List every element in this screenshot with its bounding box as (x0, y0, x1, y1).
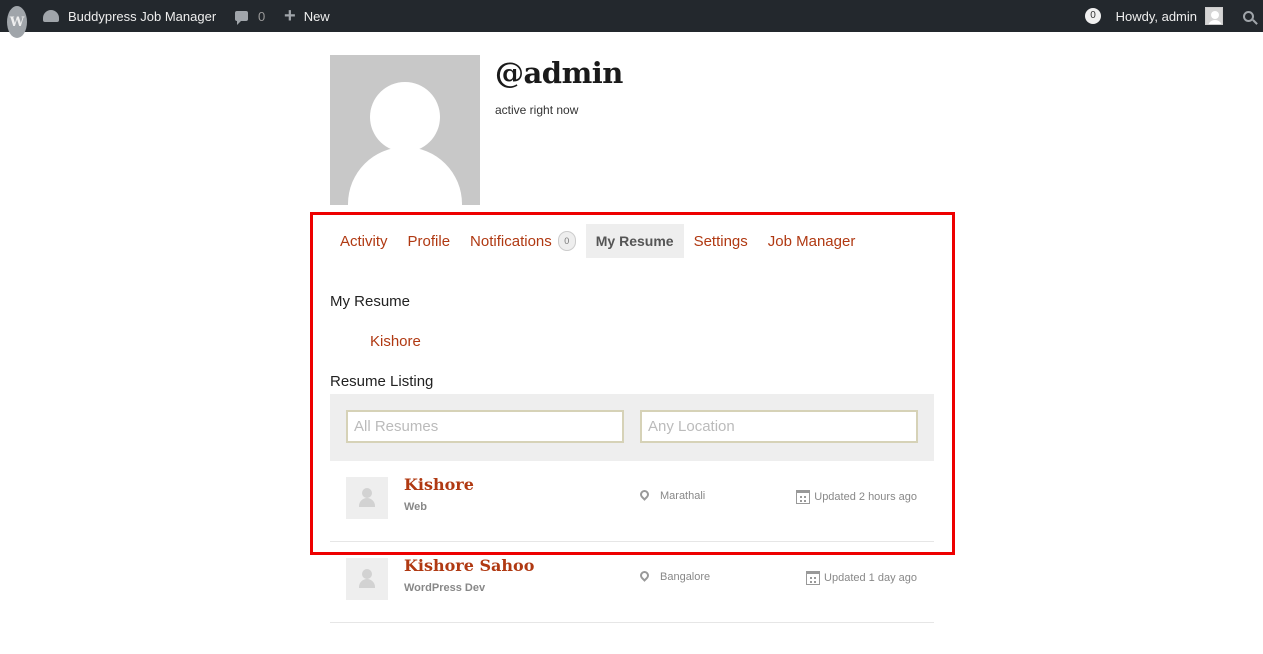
dashboard-icon (43, 10, 59, 22)
resume-filter-form (330, 394, 934, 461)
location-search-input[interactable] (640, 410, 918, 443)
profile-username: @admin (495, 56, 623, 90)
comments-count: 0 (258, 8, 266, 24)
notifications-count-badge: 0 (557, 231, 576, 251)
site-name-label: Buddypress Job Manager (68, 8, 217, 24)
candidate-avatar (346, 558, 388, 600)
tab-my-resume[interactable]: My Resume (585, 224, 684, 258)
site-name-link[interactable]: Buddypress Job Manager (43, 0, 216, 32)
plus-icon: + (284, 5, 296, 27)
admin-bar-search[interactable] (1243, 0, 1254, 32)
candidate-updated: Updated 1 day ago (806, 571, 917, 585)
map-pin-icon (638, 487, 651, 501)
my-resume-heading: My Resume (330, 293, 411, 310)
tab-profile[interactable]: Profile (398, 224, 461, 258)
profile-avatar[interactable] (330, 55, 480, 205)
keyword-search-input[interactable] (346, 410, 624, 443)
candidate-title: WordPress Dev (404, 582, 486, 594)
candidate-name[interactable]: Kishore (404, 475, 474, 494)
calendar-icon (806, 571, 821, 585)
candidate-location: Marathali (638, 487, 706, 502)
tab-notifications-label: Notifications (470, 232, 552, 250)
comment-bubble-icon (235, 11, 248, 25)
notification-count-badge: 0 (1085, 8, 1101, 24)
resume-list-item[interactable]: Kishore Web Marathali Updated 2 hours ag… (330, 461, 934, 542)
candidate-location-text: Marathali (660, 490, 706, 502)
resume-listing-heading: Resume Listing (330, 373, 434, 390)
candidate-updated-text: Updated 1 day ago (824, 572, 917, 584)
candidate-avatar (346, 477, 388, 519)
wordpress-logo-icon[interactable]: W (7, 6, 27, 38)
admin-avatar (1205, 7, 1223, 25)
new-content-link[interactable]: + New (284, 0, 330, 32)
tab-notifications[interactable]: Notifications 0 (460, 224, 586, 258)
new-label: New (303, 8, 330, 24)
notifications-menu[interactable]: 0 (1085, 0, 1101, 32)
my-account-menu[interactable]: Howdy, admin (1116, 0, 1223, 32)
search-icon (1243, 10, 1254, 22)
my-resume-link[interactable]: Kishore (370, 333, 421, 350)
tab-settings[interactable]: Settings (684, 224, 758, 258)
candidate-title: Web (404, 501, 428, 513)
candidate-location-text: Bangalore (660, 571, 711, 583)
comments-link[interactable]: 0 (235, 0, 265, 32)
profile-nav: Activity Profile Notifications 0 My Resu… (330, 224, 865, 258)
tab-job-manager[interactable]: Job Manager (758, 224, 866, 258)
candidate-name[interactable]: Kishore Sahoo (404, 556, 534, 575)
candidate-location: Bangalore (638, 568, 711, 583)
calendar-icon (796, 490, 811, 504)
admin-bar: W Buddypress Job Manager 0 + New 0 Howdy… (0, 0, 1263, 38)
howdy-label: Howdy, admin (1115, 8, 1197, 24)
map-pin-icon (638, 568, 651, 582)
resume-list-item[interactable]: Kishore Sahoo WordPress Dev Bangalore Up… (330, 542, 934, 623)
tab-activity[interactable]: Activity (330, 224, 398, 258)
candidate-updated: Updated 2 hours ago (796, 490, 917, 504)
activity-status: active right now (495, 103, 579, 117)
candidate-updated-text: Updated 2 hours ago (814, 491, 917, 503)
